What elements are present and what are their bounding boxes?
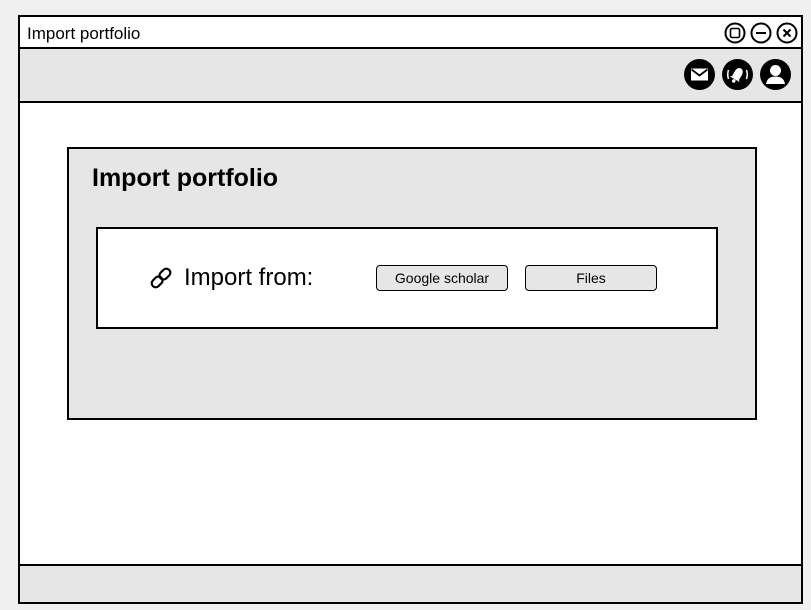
minimize-icon[interactable] [750,22,772,44]
maximize-icon[interactable] [724,22,746,44]
files-button[interactable]: Files [525,265,657,291]
window-controls [724,22,798,44]
panel-title: Import portfolio [92,164,279,192]
import-panel: Import portfolio Import from: Google sch… [67,147,757,420]
link-icon [150,267,172,289]
import-from-label: Import from: [184,264,314,291]
title-bar: Import portfolio [20,17,801,49]
google-scholar-button[interactable]: Google scholar [376,265,508,291]
user-icon[interactable] [759,58,792,91]
import-source-box: Import from: Google scholar Files [96,227,718,329]
notification-icon[interactable] [721,58,754,91]
close-icon[interactable] [776,22,798,44]
mail-icon[interactable] [683,58,716,91]
toolbar [20,49,801,103]
status-bar [20,564,801,602]
window-title: Import portfolio [27,24,141,43]
toolbar-icons [683,58,792,91]
app-window: Import portfolio Import portfolio Import… [18,15,803,604]
